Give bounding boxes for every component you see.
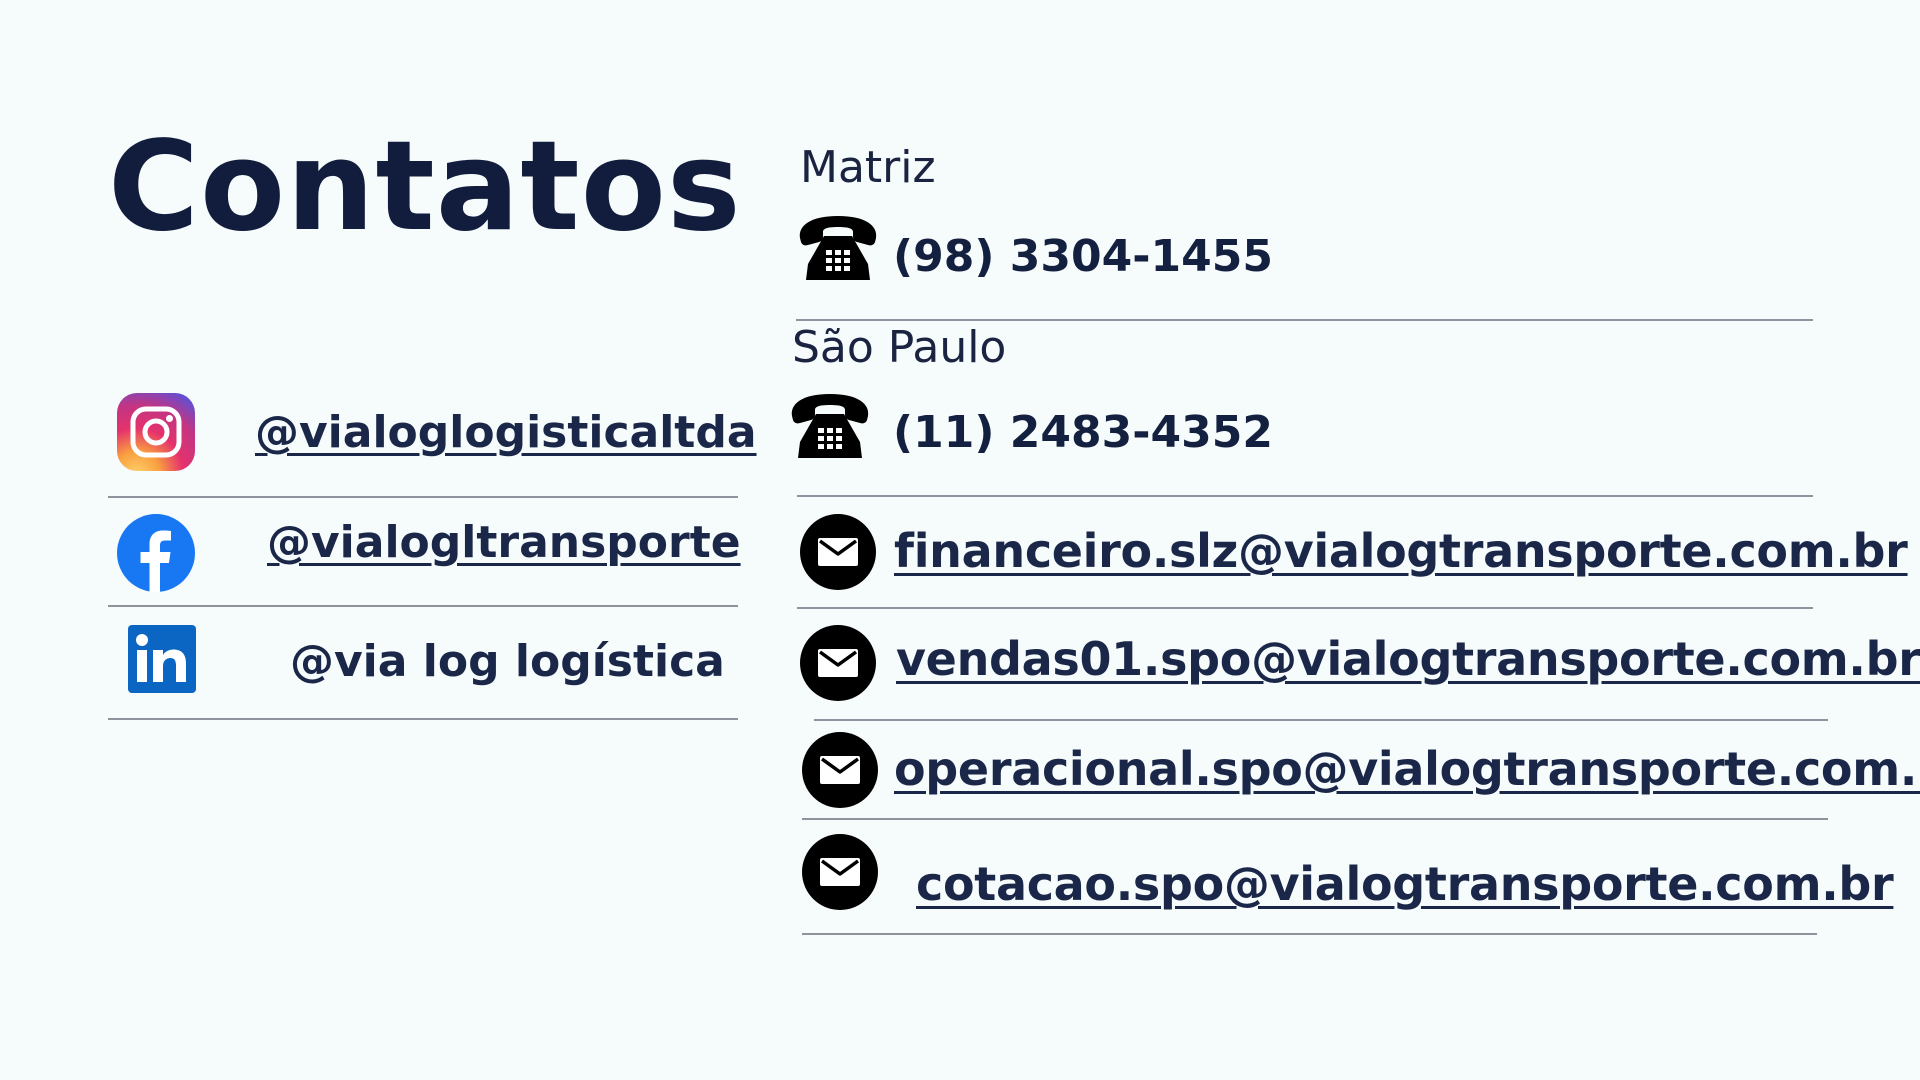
instagram-icon[interactable] (116, 392, 196, 477)
divider (108, 605, 738, 607)
mail-icon (802, 732, 878, 808)
divider (802, 818, 1828, 820)
email-operacional-link[interactable]: operacional.spo@vialogtransporte.com.br (894, 740, 1920, 798)
divider (108, 496, 738, 498)
divider (797, 607, 1813, 609)
email-vendas-link[interactable]: vendas01.spo@vialogtransporte.com.br (896, 630, 1920, 688)
telephone-icon (796, 212, 880, 289)
page-title: Contatos (108, 115, 742, 259)
matriz-label: Matriz (800, 142, 936, 193)
divider (796, 319, 1813, 321)
sao-paulo-phone: (11) 2483-4352 (893, 407, 1273, 458)
linkedin-icon[interactable] (128, 625, 196, 698)
divider (108, 718, 738, 720)
divider (797, 495, 1813, 497)
facebook-handle-link[interactable]: @vialogltransporte (267, 515, 741, 571)
mail-icon (800, 625, 876, 701)
divider (802, 933, 1817, 935)
email-financeiro-link[interactable]: financeiro.slz@vialogtransporte.com.br (894, 522, 1908, 580)
divider (814, 719, 1828, 721)
telephone-icon (788, 390, 872, 467)
mail-icon (802, 834, 878, 910)
email-cotacao-link[interactable]: cotacao.spo@vialogtransporte.com.br (916, 855, 1894, 913)
matriz-phone: (98) 3304-1455 (893, 231, 1273, 282)
instagram-handle-link[interactable]: @vialoglogisticaltda (255, 405, 757, 461)
sao-paulo-label: São Paulo (792, 322, 1007, 373)
facebook-icon[interactable] (116, 513, 196, 598)
mail-icon (800, 514, 876, 590)
linkedin-handle-text: @via log logística (290, 636, 725, 687)
